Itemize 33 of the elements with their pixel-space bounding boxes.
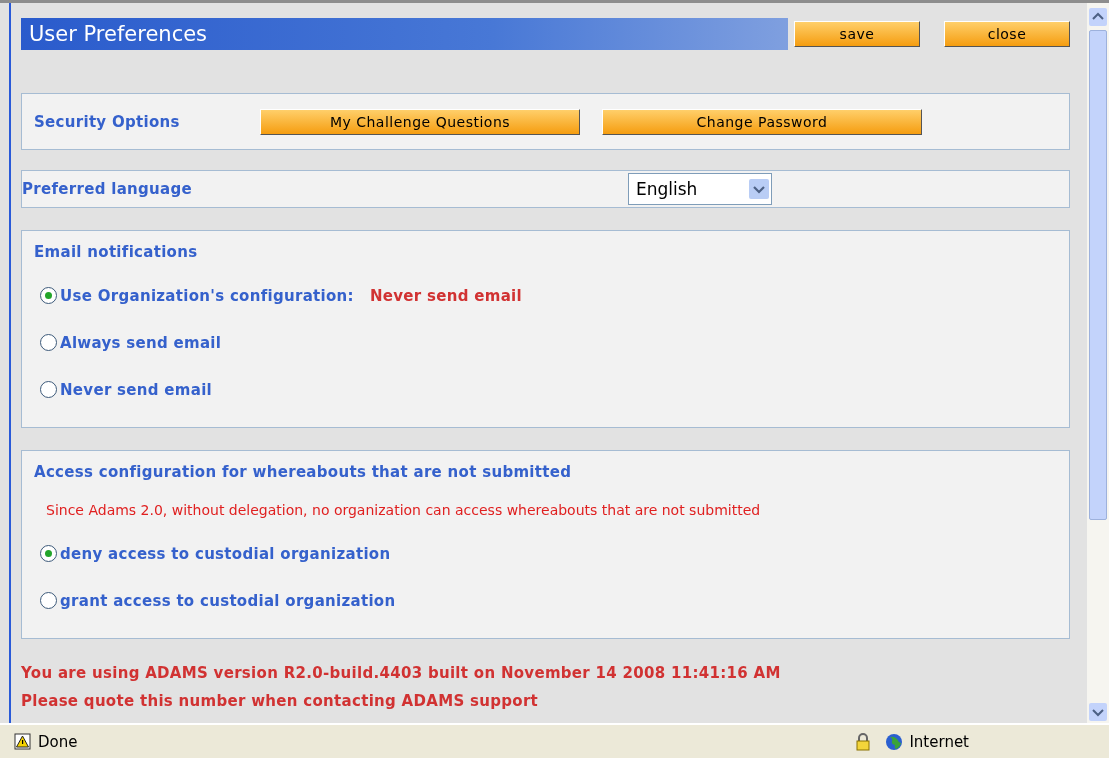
- security-button[interactable]: Change Password: [602, 108, 922, 135]
- version-text: You are using ADAMS version R2.0-build.4403 built on November 14 2008 11:41:16 AM: [21, 663, 782, 684]
- radio-button[interactable]: [40, 592, 57, 609]
- radio-button[interactable]: [40, 381, 57, 398]
- warning-icon: [14, 732, 32, 751]
- globe-icon: [885, 732, 904, 751]
- language-dropdown[interactable]: English: [628, 173, 772, 205]
- radio-label: Use Organization's configuration:: [60, 286, 354, 305]
- scroll-down-icon[interactable]: [1089, 703, 1107, 721]
- padlock-icon: [855, 732, 872, 751]
- header-button[interactable]: close: [944, 21, 1070, 47]
- language-label: Preferred language: [22, 180, 193, 198]
- scroll-thumb[interactable]: [1089, 30, 1107, 520]
- radio-button[interactable]: [40, 334, 57, 351]
- version-text: Please quote this number when contacting ADAMS support: [21, 691, 540, 712]
- radio-label: Always send email: [60, 333, 222, 352]
- radio-button[interactable]: [40, 545, 57, 562]
- scroll-up-icon[interactable]: [1089, 8, 1107, 26]
- radio-label: grant access to custodial organization: [60, 591, 396, 610]
- access-heading: Access configuration for whereabouts that are not submitted: [34, 463, 573, 481]
- config-value: Never send email: [369, 286, 522, 305]
- radio-label: Never send email: [60, 380, 213, 399]
- status-text: Done: [38, 732, 78, 751]
- zone-text: Internet: [909, 732, 969, 751]
- email-heading: Email notifications: [34, 243, 199, 261]
- security-button[interactable]: My Challenge Questions: [260, 108, 580, 135]
- access-note: Since Adams 2.0, without delegation, no organization can access whereabouts that are not submitted: [45, 501, 762, 520]
- radio-button[interactable]: [40, 287, 57, 304]
- header-button[interactable]: save: [794, 21, 920, 47]
- security-label: Security Options: [34, 112, 181, 131]
- scrollbar[interactable]: [1087, 3, 1109, 723]
- radio-label: deny access to custodial organization: [60, 544, 391, 563]
- page-title: User Preferences: [28, 22, 209, 46]
